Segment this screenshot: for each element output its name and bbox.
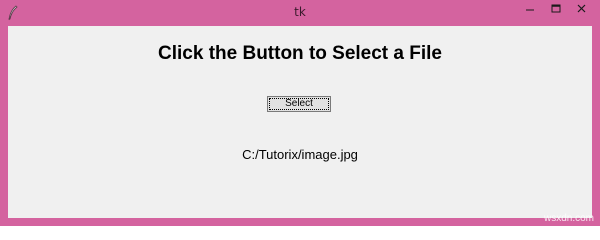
watermark-text: wsxdn.com — [543, 213, 594, 224]
select-file-button[interactable]: Select — [267, 96, 331, 112]
close-icon[interactable] — [569, 0, 595, 20]
page-heading: Click the Button to Select a File — [158, 43, 442, 64]
selected-file-path: C:/Tutorix/image.jpg — [242, 147, 358, 162]
window-client-area: Click the Button to Select a File Select… — [8, 26, 592, 218]
title-bar[interactable]: tk — [0, 0, 600, 26]
minimize-icon[interactable] — [517, 0, 543, 20]
app-window: tk Click the Button to Select a File Sel… — [0, 0, 600, 226]
window-title: tk — [294, 5, 306, 19]
maximize-icon[interactable] — [543, 0, 569, 20]
